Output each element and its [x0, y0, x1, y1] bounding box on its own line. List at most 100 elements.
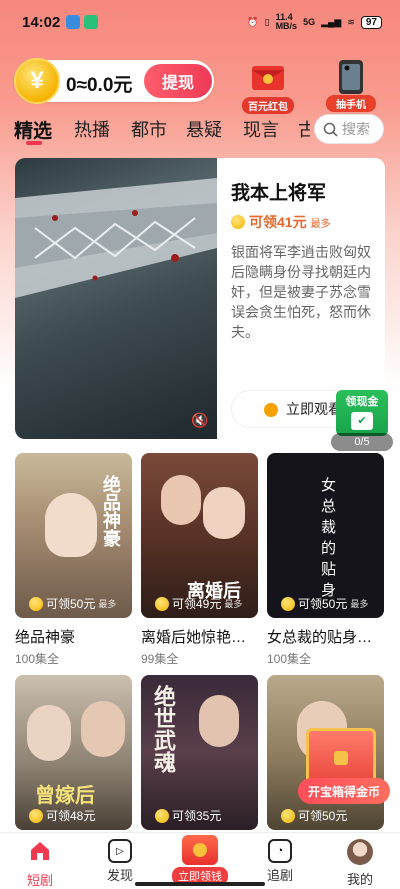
nav-discover[interactable]: ▷ 发现 — [90, 839, 150, 884]
tab-suspense[interactable]: 悬疑 — [186, 116, 222, 142]
poster-reward: 可领50元 最多 — [29, 595, 116, 612]
coin-icon — [231, 215, 245, 229]
avatar — [347, 839, 373, 865]
coin-icon — [155, 596, 169, 611]
drama-card[interactable]: 绝品神豪 可领50元 最多 绝品神豪 100集全 — [15, 453, 132, 667]
battery-indicator: 97 — [360, 15, 382, 29]
coin-icon: ¥ — [14, 58, 60, 104]
signal-bars-icon: ▂▄▆ — [321, 16, 342, 27]
featured-drama-card[interactable]: 🔇 我本上将军 可领41元 最多 银面将军李逍击败匈奴后隐瞒身份寻找朝廷内奸，但… — [15, 158, 385, 439]
search-placeholder: 搜索 — [342, 121, 370, 137]
home-indicator — [135, 882, 265, 886]
alarm-icon: ⏰ — [247, 16, 259, 27]
red-packet-icon — [252, 66, 284, 90]
poster-reward-amount: 可领49元 — [172, 597, 222, 611]
drama-poster[interactable]: 绝品神豪 可领50元 最多 — [15, 453, 132, 618]
drama-episodes: 99集全 — [141, 652, 179, 666]
poster-reward-amount: 可领50元 — [46, 597, 96, 611]
drama-card[interactable]: 曾嫁后 可领48元 — [15, 675, 132, 830]
status-indicators: ⏰ ▯ 11.4 MB/s 5G ▂▄▆ ≋ 97 — [247, 13, 382, 31]
tab-trending[interactable]: 热播 — [74, 116, 110, 142]
drama-poster[interactable]: 女总裁的贴身 可领50元 最多 — [267, 453, 384, 618]
poster-reward-most: 最多 — [350, 599, 369, 609]
phone-icon — [339, 60, 363, 94]
cash-widget-label: 领现金 — [345, 396, 379, 408]
tab-modern-romance[interactable]: 现言 — [243, 116, 279, 142]
coin-icon — [155, 808, 169, 823]
featured-title: 我本上将军 — [231, 183, 327, 204]
drama-poster[interactable]: 绝世武魂 可领35元 — [141, 675, 258, 830]
drama-poster[interactable]: 离婚后 可领49元 最多 — [141, 453, 258, 618]
featured-video-thumbnail[interactable]: 🔇 — [15, 158, 217, 439]
drama-card[interactable]: 离婚后 可领49元 最多 离婚后她惊艳… 99集全 — [141, 453, 258, 667]
nav-short-drama[interactable]: 短剧 — [10, 839, 70, 889]
poster-title-art: 女总裁的贴身 — [319, 477, 336, 603]
drama-episodes: 100集全 — [267, 652, 312, 666]
poster-reward-most: 最多 — [224, 599, 243, 609]
drama-episodes: 100集全 — [15, 652, 60, 666]
coin-icon — [281, 808, 295, 823]
cash-progress: 0/5 — [331, 433, 393, 451]
nav-following[interactable]: ◔ 追剧 — [250, 839, 310, 884]
drama-title: 女总裁的贴身… — [267, 629, 373, 646]
actress-portrait — [27, 705, 71, 761]
cash-reward-widget[interactable]: 领现金 ✔ — [336, 390, 388, 436]
search-input[interactable]: 搜索 — [314, 114, 384, 144]
nav-label: 我的 — [346, 872, 373, 887]
chest-lock-icon — [334, 751, 348, 765]
drama-title: 绝品神豪 — [15, 629, 76, 646]
red-envelope-icon — [182, 835, 218, 865]
play-square-icon: ▷ — [108, 839, 132, 863]
bookmark-icon: ◔ — [268, 839, 292, 863]
tab-urban[interactable]: 都市 — [131, 116, 167, 142]
coin-icon — [29, 596, 43, 611]
signal-label: 5G — [303, 17, 316, 27]
featured-reward: 可领41元 最多 — [231, 212, 331, 232]
poster-reward-most: 最多 — [98, 599, 117, 609]
drama-card[interactable]: 女总裁的贴身 可领50元 最多 女总裁的贴身… 100集全 — [267, 453, 384, 667]
coin-icon — [29, 808, 43, 823]
vibrate-icon: ▯ — [264, 16, 270, 27]
coin-balance-pill[interactable]: ¥ 0≈0.0元 提现 — [14, 58, 214, 104]
home-icon — [31, 842, 49, 860]
poster-reward-amount: 可领48元 — [46, 809, 96, 823]
actor-portrait — [161, 475, 201, 525]
poster-reward-amount: 可领35元 — [172, 809, 222, 823]
poster-title-art: 绝世武魂 — [151, 685, 176, 773]
red-packet-promo[interactable]: 百元红包 — [242, 60, 294, 114]
coin-icon — [281, 596, 295, 611]
featured-description: 银面将军李逍击败匈奴后隐瞒身份寻找朝廷内奸，但是被妻子苏念雪误会贪生怕死，怒而休… — [231, 244, 371, 340]
tab-ancient[interactable]: 古 — [298, 116, 310, 142]
active-tab-indicator — [26, 141, 42, 145]
nav-claim-money[interactable]: 立即领钱 — [170, 835, 230, 885]
featured-reward-amount: 可领41元 — [249, 214, 307, 230]
open-treasure-button[interactable]: 开宝箱得金币 — [298, 778, 390, 804]
drama-title: 离婚后她惊艳… — [141, 629, 247, 646]
actor-portrait — [81, 701, 125, 757]
play-icon — [264, 403, 278, 417]
drama-poster[interactable]: 曾嫁后 可领48元 — [15, 675, 132, 830]
phone-lottery-promo[interactable]: 抽手机 — [326, 58, 376, 112]
actor-portrait — [45, 493, 97, 557]
poster-reward-amount: 可领50元 — [298, 809, 348, 823]
watch-now-label: 立即观看 — [286, 401, 342, 417]
poster-reward: 可领49元 最多 — [155, 595, 242, 612]
poster-reward-amount: 可领50元 — [298, 597, 348, 611]
notification-app-icon — [66, 15, 80, 29]
poster-title-art: 绝品神豪 — [101, 475, 121, 547]
actress-portrait — [203, 487, 245, 539]
mute-icon[interactable]: 🔇 — [191, 412, 208, 429]
phone-notification-icon — [84, 15, 98, 29]
nav-profile[interactable]: 我的 — [330, 839, 390, 888]
red-packet-label: 百元红包 — [242, 97, 294, 114]
poster-reward: 可领48元 — [29, 807, 95, 824]
checkmark-icon: ✔ — [351, 412, 373, 430]
featured-reward-suffix: 最多 — [310, 218, 331, 230]
withdraw-button[interactable]: 提现 — [144, 64, 212, 98]
coin-icon — [193, 843, 207, 857]
drama-card[interactable]: 绝世武魂 可领35元 — [141, 675, 258, 830]
nav-label: 短剧 — [26, 873, 53, 888]
phone-lottery-label: 抽手机 — [326, 95, 376, 112]
tab-featured[interactable]: 精选 — [14, 116, 52, 143]
actress-portrait — [199, 695, 239, 747]
